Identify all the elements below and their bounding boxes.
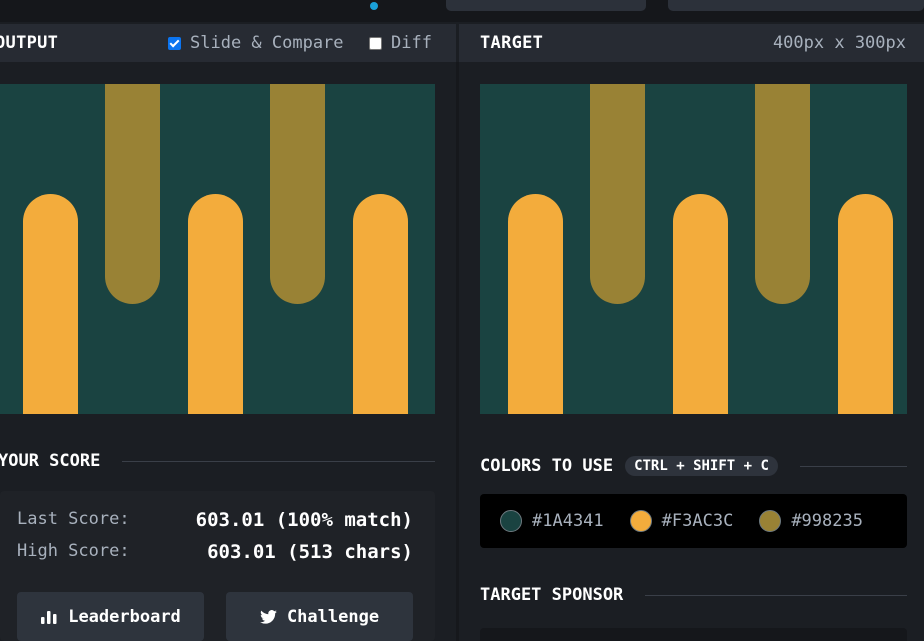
twitter-icon: [260, 609, 277, 624]
bar-chart-icon: [41, 610, 57, 624]
color-shortcut-badge: CTRL + SHIFT + C: [625, 456, 778, 476]
color-dot: [759, 510, 782, 532]
high-score-value: 603.01 (513 chars): [207, 541, 413, 563]
color-hex[interactable]: #998235: [791, 511, 863, 531]
colors-title-text: COLORS TO USE: [480, 456, 614, 476]
slide-compare-toggle[interactable]: Slide & Compare: [168, 33, 344, 53]
last-score-row: Last Score: 603.01 (100% match): [17, 509, 413, 531]
high-score-row: High Score: 603.01 (513 chars): [17, 541, 413, 563]
output-header: OUTPUT Slide & Compare Diff: [0, 24, 456, 62]
tall-bar: [270, 84, 325, 304]
panel-divider: [456, 62, 459, 641]
target-dimensions: 400px x 300px: [772, 33, 906, 53]
target-header: TARGET 400px x 300px: [459, 24, 924, 62]
target-canvas: [480, 84, 907, 414]
color-hex[interactable]: #F3AC3C: [662, 511, 734, 531]
section-rule: [799, 465, 907, 467]
diff-toggle[interactable]: Diff: [369, 33, 432, 53]
short-bar: [508, 194, 563, 414]
toolbar-button[interactable]: [668, 0, 924, 11]
color-swatch[interactable]: #998235: [759, 510, 863, 532]
indicator-dot: [370, 2, 378, 10]
tall-bar: [105, 84, 160, 304]
output-title: OUTPUT: [0, 33, 59, 53]
toolbar-button[interactable]: [446, 0, 646, 11]
slide-compare-label: Slide & Compare: [190, 33, 344, 53]
sponsor-section-title: TARGET SPONSOR: [480, 585, 907, 605]
section-rule: [645, 594, 907, 596]
color-dot: [629, 510, 652, 532]
sponsor-title-text: TARGET SPONSOR: [480, 585, 624, 605]
score-title-text: YOUR SCORE: [0, 451, 101, 471]
short-bar: [23, 194, 78, 414]
high-score-label: High Score:: [17, 541, 130, 561]
colors-section-title: COLORS TO USE CTRL + SHIFT + C: [480, 456, 907, 476]
diff-checkbox[interactable]: [369, 36, 382, 50]
target-title: TARGET: [480, 33, 544, 53]
leaderboard-label: Leaderboard: [68, 606, 181, 627]
score-section-title: YOUR SCORE: [0, 451, 435, 471]
section-rule: [122, 460, 435, 462]
short-bar: [673, 194, 728, 414]
diff-label: Diff: [391, 33, 432, 53]
sponsor-box[interactable]: [480, 628, 907, 641]
last-score-value: 603.01 (100% match): [195, 509, 413, 531]
output-canvas[interactable]: [0, 84, 435, 414]
tall-bar: [590, 84, 645, 304]
color-dot: [500, 510, 522, 532]
leaderboard-button[interactable]: Leaderboard: [17, 592, 204, 641]
top-toolbar: [0, 0, 924, 22]
colors-palette: #1A4341 #F3AC3C #998235: [480, 494, 907, 548]
color-swatch[interactable]: #F3AC3C: [629, 510, 734, 532]
short-bar: [188, 194, 243, 414]
challenge-button[interactable]: Challenge: [226, 592, 413, 641]
slide-compare-checkbox[interactable]: [168, 36, 181, 50]
color-swatch[interactable]: #1A4341: [500, 510, 604, 532]
last-score-label: Last Score:: [17, 509, 130, 529]
short-bar: [353, 194, 408, 414]
color-hex[interactable]: #1A4341: [532, 511, 604, 531]
challenge-label: Challenge: [286, 606, 380, 627]
short-bar: [838, 194, 893, 414]
tall-bar: [755, 84, 810, 304]
